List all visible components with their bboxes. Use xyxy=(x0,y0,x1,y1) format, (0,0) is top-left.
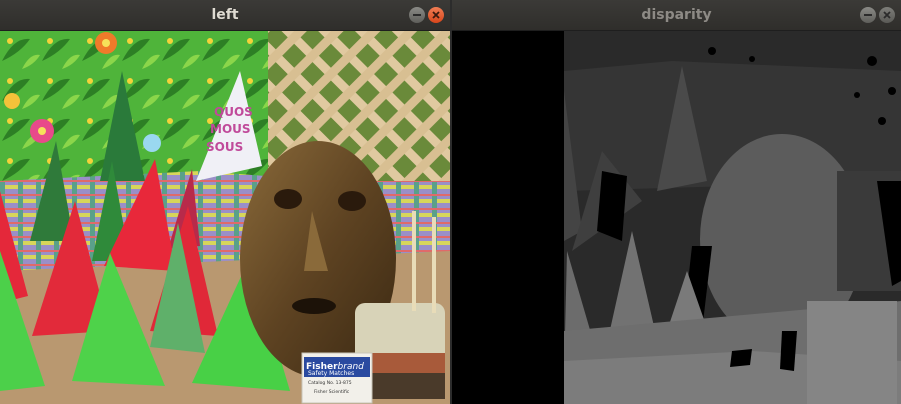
minimize-icon xyxy=(413,14,421,16)
close-icon xyxy=(432,11,440,19)
stereo-left-image: QUOS MOUS SOUS Fisherbrand Safety Matche… xyxy=(0,31,450,404)
svg-text:SOUS: SOUS xyxy=(206,140,243,154)
left-window[interactable]: left QUOS MOUS SOUS Fisherbrand Safety M… xyxy=(0,0,450,404)
left-titlebar[interactable]: left xyxy=(0,0,450,31)
close-button-left[interactable] xyxy=(428,7,444,23)
disparity-window[interactable]: disparity xyxy=(452,0,901,404)
disparity-image-view[interactable] xyxy=(452,31,901,404)
window-title-left: left xyxy=(211,7,239,23)
svg-text:QUOS: QUOS xyxy=(214,105,253,119)
close-icon xyxy=(883,11,891,19)
svg-text:MOUS: MOUS xyxy=(210,122,251,136)
matchbox-product: Safety Matches xyxy=(308,370,354,377)
window-title-disparity: disparity xyxy=(641,7,712,23)
left-image-view[interactable]: QUOS MOUS SOUS Fisherbrand Safety Matche… xyxy=(0,31,450,404)
matchbox-catalog: Catalog No. 13-875 xyxy=(308,380,352,386)
minimize-button-left[interactable] xyxy=(409,7,425,23)
minimize-icon xyxy=(864,14,872,16)
matchbox-maker: Fisher Scientific xyxy=(314,389,350,395)
close-button-disparity[interactable] xyxy=(879,7,895,23)
disparity-titlebar[interactable]: disparity xyxy=(452,0,901,31)
minimize-button-disparity[interactable] xyxy=(860,7,876,23)
disparity-map-image xyxy=(452,31,901,404)
